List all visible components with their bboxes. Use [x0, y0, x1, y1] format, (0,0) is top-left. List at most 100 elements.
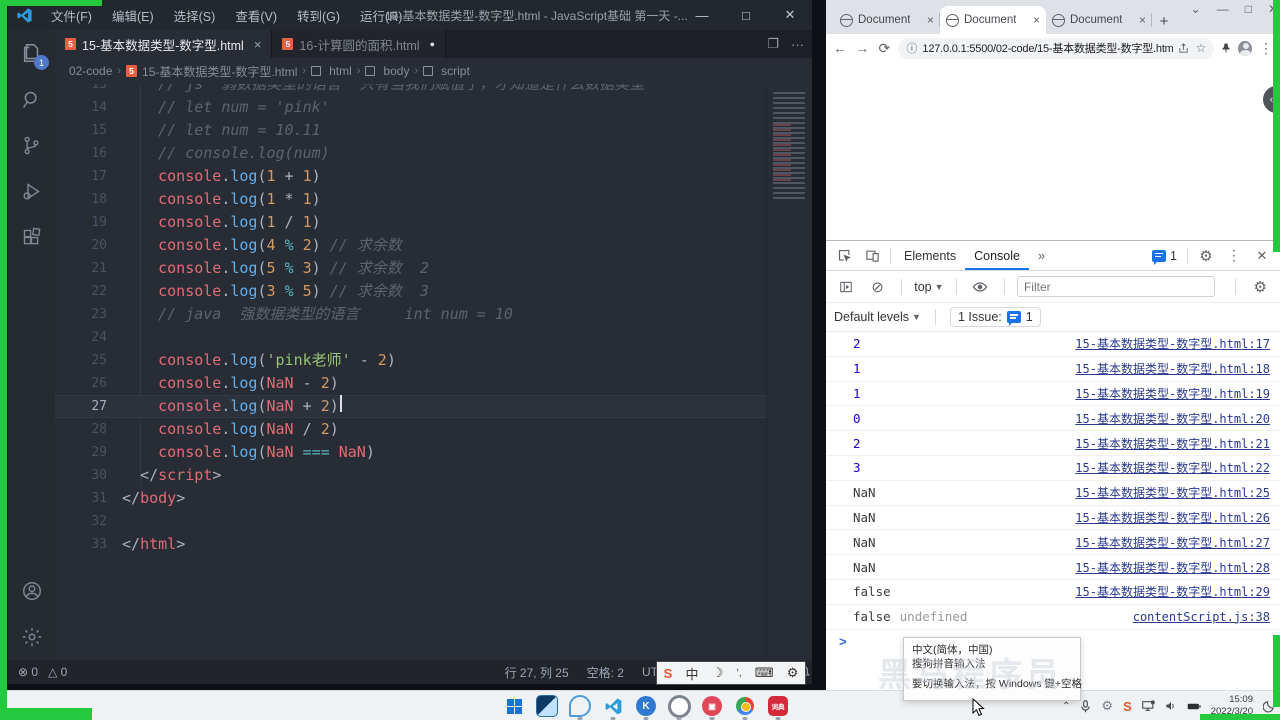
- source-link[interactable]: 15-基本数据类型-数字型.html:28: [1075, 559, 1270, 576]
- ime-halfmoon-icon[interactable]: ☽: [712, 665, 724, 681]
- warnings-indicator[interactable]: △ 0: [48, 665, 67, 679]
- code-line[interactable]: 26 console.log(NaN - 2): [55, 372, 767, 395]
- explorer-icon[interactable]: 1: [8, 30, 55, 76]
- ime-lang-toggle[interactable]: 中: [685, 664, 698, 683]
- vscode-close-button[interactable]: ✕: [768, 7, 812, 23]
- tab-close-icon[interactable]: ×: [927, 13, 934, 27]
- menu-item[interactable]: 编辑(E): [104, 3, 162, 28]
- source-link[interactable]: 15-基本数据类型-数字型.html:25: [1075, 484, 1270, 501]
- split-editor-icon[interactable]: ❐: [767, 36, 779, 52]
- tab-close-icon[interactable]: ×: [1033, 13, 1040, 27]
- code-editor[interactable]: 13 // js 弱数据类型的语言 只有当我们赋值了，才知道是什么数据类型 14 …: [55, 84, 812, 660]
- browser-tab[interactable]: Document ×: [1046, 6, 1152, 34]
- code-line[interactable]: 21 console.log(5 % 3) // 求余数 2: [55, 257, 767, 280]
- code-line[interactable]: 24: [55, 326, 767, 349]
- source-control-icon[interactable]: [8, 122, 55, 168]
- ime-punct-icon[interactable]: ’,: [737, 668, 742, 679]
- url-text[interactable]: 127.0.0.1:5500/02-code/15-基本数据类型-数字型.htm…: [922, 40, 1172, 56]
- menu-item[interactable]: 文件(F): [43, 3, 100, 28]
- tab-dirty-dot[interactable]: ●: [430, 39, 435, 49]
- tab-console[interactable]: Console: [965, 241, 1029, 270]
- issues-chip[interactable]: 1 Issue: 1: [949, 307, 1041, 327]
- source-link[interactable]: 15-基本数据类型-数字型.html:29: [1075, 583, 1270, 600]
- widgets-icon[interactable]: [535, 694, 559, 718]
- chrome-menu-kebab-icon[interactable]: ⋮: [1258, 40, 1274, 57]
- devtools-kebab-icon[interactable]: ⋮: [1220, 247, 1248, 264]
- code-line[interactable]: 23 // java 强数据类型的语言 int num = 10: [55, 303, 767, 326]
- vscode-taskbar-icon[interactable]: [601, 694, 625, 720]
- code-line[interactable]: 28 console.log(NaN / 2): [55, 418, 767, 441]
- accounts-icon[interactable]: [8, 568, 55, 614]
- context-selector[interactable]: top ▼: [914, 280, 943, 294]
- tab-elements[interactable]: Elements: [895, 241, 965, 270]
- back-icon[interactable]: ←: [832, 40, 848, 56]
- menu-item[interactable]: 查看(V): [227, 3, 285, 28]
- address-bar[interactable]: ⓘ 127.0.0.1:5500/02-code/15-基本数据类型-数字型.h…: [898, 37, 1215, 59]
- breadcrumb-html[interactable]: html: [329, 64, 352, 78]
- chrome-minimize-button[interactable]: —: [1217, 2, 1229, 16]
- youdao-dict-icon[interactable]: 词典: [766, 694, 790, 720]
- extensions-icon[interactable]: [8, 214, 55, 260]
- cursor-position[interactable]: 行 27, 列 25: [505, 664, 569, 681]
- tray-display-icon[interactable]: [1141, 700, 1155, 712]
- ime-tools-icon[interactable]: ⚙: [787, 665, 799, 681]
- source-link[interactable]: 15-基本数据类型-数字型.html:21: [1075, 435, 1270, 452]
- start-button-icon[interactable]: [502, 694, 526, 718]
- minimap[interactable]: [766, 84, 812, 660]
- menu-item[interactable]: 选择(S): [166, 3, 224, 28]
- settings-gear-icon[interactable]: [8, 614, 55, 660]
- inspect-element-icon[interactable]: [830, 248, 858, 263]
- menu-item[interactable]: 转到(G): [289, 3, 348, 28]
- code-line[interactable]: 19 console.log(1 / 1): [55, 211, 767, 234]
- source-link[interactable]: 15-基本数据类型-数字型.html:19: [1075, 385, 1270, 402]
- code-line[interactable]: 15 // let num = 10.11: [55, 119, 767, 142]
- run-debug-icon[interactable]: [8, 168, 55, 214]
- editor-tab[interactable]: 5 16-计算圆的面积.html ●: [272, 30, 447, 58]
- sogou-logo-icon[interactable]: S: [664, 666, 673, 681]
- code-line[interactable]: 30 </script>: [55, 464, 767, 487]
- vscode-maximize-button[interactable]: □: [724, 8, 768, 23]
- extension-pin-icon[interactable]: [1220, 42, 1232, 54]
- indentation[interactable]: 空格: 2: [587, 664, 624, 681]
- tray-microphone-icon[interactable]: [1080, 699, 1091, 713]
- search-icon[interactable]: [8, 76, 55, 122]
- vscode-minimize-button[interactable]: —: [680, 8, 724, 23]
- ring-app-icon[interactable]: [667, 694, 691, 720]
- code-line[interactable]: 27 console.log(NaN + 2): [55, 395, 767, 418]
- editor-more-actions-icon[interactable]: ···: [791, 37, 804, 52]
- ime-keyboard-icon[interactable]: ⌨: [755, 665, 774, 681]
- tray-settings-icon[interactable]: ⚙: [1101, 698, 1113, 714]
- source-link[interactable]: 15-基本数据类型-数字型.html:27: [1075, 534, 1270, 551]
- eye-live-expression-icon[interactable]: [968, 281, 992, 293]
- bookmark-star-icon[interactable]: ☆: [1196, 41, 1207, 55]
- source-link[interactable]: contentScript.js:38: [1133, 610, 1270, 624]
- source-link[interactable]: 15-基本数据类型-数字型.html:22: [1075, 459, 1270, 476]
- default-levels-dropdown[interactable]: Default levels ▼: [834, 310, 921, 324]
- browser-tab[interactable]: Document ×: [834, 6, 940, 34]
- site-info-icon[interactable]: ⓘ: [906, 40, 917, 56]
- breadcrumb-script[interactable]: script: [441, 64, 470, 78]
- tab-close-icon[interactable]: ×: [254, 37, 262, 52]
- console-messages-badge[interactable]: 1: [1146, 249, 1183, 265]
- more-panels-icon[interactable]: »: [1029, 241, 1054, 270]
- device-toolbar-icon[interactable]: [858, 248, 886, 263]
- reload-icon[interactable]: ⟳: [876, 40, 892, 57]
- k-app-icon[interactable]: K: [634, 694, 658, 720]
- chat-app-icon[interactable]: [568, 694, 592, 720]
- devtools-settings-gear-icon[interactable]: ⚙: [1192, 247, 1220, 265]
- code-line[interactable]: 17 console.log(1 + 1): [55, 165, 767, 188]
- tray-battery-icon[interactable]: [1187, 701, 1201, 712]
- browser-tab[interactable]: Document ×: [940, 6, 1046, 34]
- tab-search-icon[interactable]: ⌄: [1191, 2, 1201, 16]
- source-link[interactable]: 15-基本数据类型-数字型.html:17: [1075, 335, 1270, 352]
- forward-icon[interactable]: →: [854, 40, 870, 56]
- clear-console-icon[interactable]: ⊘: [866, 278, 890, 296]
- code-line[interactable]: 16 // console.log(num): [55, 142, 767, 165]
- share-icon[interactable]: [1178, 42, 1189, 54]
- code-line[interactable]: 13 // js 弱数据类型的语言 只有当我们赋值了，才知道是什么数据类型: [55, 84, 767, 96]
- recorder-app-icon[interactable]: ▣: [700, 694, 724, 720]
- source-link[interactable]: 15-基本数据类型-数字型.html:26: [1075, 509, 1270, 526]
- devtools-close-icon[interactable]: ✕: [1248, 248, 1276, 264]
- code-line[interactable]: 14 // let num = 'pink': [55, 96, 767, 119]
- breadcrumb-file[interactable]: 15-基本数据类型-数字型.html: [142, 63, 297, 80]
